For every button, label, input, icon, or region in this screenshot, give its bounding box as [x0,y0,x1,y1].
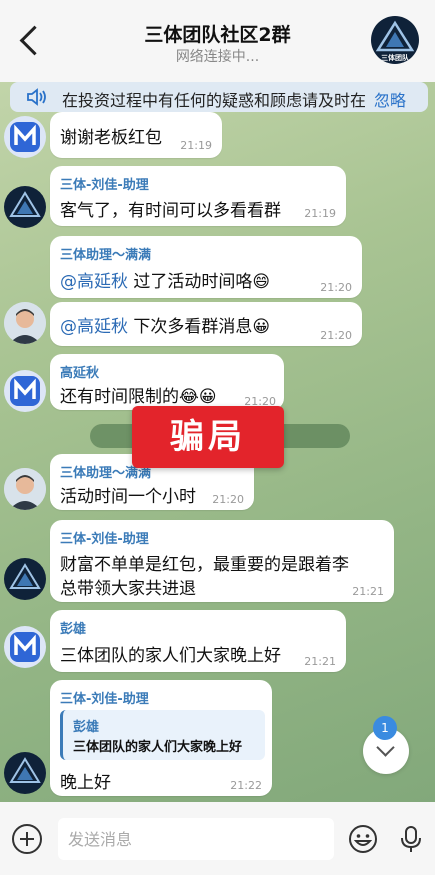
message-bubble[interactable]: 谢谢老板红包 21:19 [50,112,222,158]
person-photo-icon [4,468,46,510]
message-bubble[interactable]: 三体-刘佳-助理 客气了，有时间可以多看看群 21:19 [50,166,346,226]
message-time: 21:21 [352,585,384,598]
sender-name: 三体-刘佳-助理 [60,692,149,707]
triangle-logo-icon [9,563,41,589]
group-avatar[interactable]: 三体团队 [371,16,419,64]
mic-icon[interactable] [396,824,426,854]
message-time: 21:22 [230,779,262,792]
speaker-icon [27,88,46,106]
mention-link[interactable]: @高延秋 [60,272,128,292]
avatar[interactable] [4,626,46,668]
message-text-line1: 财富不单单是红包，最重要的是跟着李 [60,555,349,575]
message-text: 三体团队的家人们大家晚上好 [60,646,281,666]
message-text: 客气了，有时间可以多看看群 [60,201,281,221]
message-bubble[interactable]: 彭雄 三体团队的家人们大家晚上好 21:21 [50,610,346,672]
m-logo-icon [10,376,40,406]
scam-label: 骗局 [132,406,284,468]
announcement-text: 在投资过程中有任何的疑惑和顾虑请及时在 [62,91,367,110]
sender-name: 三体-刘佳-助理 [60,178,149,193]
sender-name: 彭雄 [60,622,87,637]
message-bubble[interactable]: 高延秋 还有时间限制的😂😀 21:20 [50,354,284,410]
message-bubble[interactable]: 三体-刘佳-助理 财富不单单是红包，最重要的是跟着李 总带领大家共进退 21:2… [50,520,394,602]
person-photo-icon [4,302,46,344]
message-input[interactable] [58,818,334,860]
avatar[interactable] [4,302,46,344]
message-time: 21:20 [320,281,352,294]
m-logo-icon [10,122,40,152]
message-text: 下次多看群消息😀 [128,317,271,337]
message-time: 21:20 [320,329,352,342]
announcement-bar[interactable]: 在投资过程中有任何的疑惑和顾虑请及时在 忽略 [10,82,428,112]
reply-quote[interactable]: 彭雄 三体团队的家人们大家晚上好 [60,710,265,760]
avatar[interactable] [4,370,46,412]
message-time: 21:19 [180,139,212,152]
connection-status: 网络连接中... [175,49,260,65]
chevron-down-icon [376,738,395,757]
message-time: 21:20 [212,493,244,506]
message-text: 过了活动时间咯😄 [128,272,271,292]
message-text-line2: 总带领大家共进退 [60,579,196,599]
message-bubble[interactable]: 三体-刘佳-助理 彭雄 三体团队的家人们大家晚上好 晚上好 21:22 [50,680,272,796]
triangle-logo-icon [9,191,41,217]
quote-sender: 彭雄 [73,720,100,735]
message-text: 晚上好 [60,773,111,793]
group-title: 三体团队社区2群 [144,24,291,46]
avatar[interactable] [4,186,46,228]
chat-header: 三体团队社区2群 网络连接中... 三体团队 [0,0,435,82]
message-text: 还有时间限制的😂😀 [60,387,217,407]
mention-link[interactable]: @高延秋 [60,317,128,337]
quote-text: 三体团队的家人们大家晚上好 [73,740,243,755]
input-bar [0,802,435,875]
group-avatar-text: 三体团队 [381,53,410,62]
avatar[interactable] [4,116,46,158]
avatar[interactable] [4,752,46,794]
message-time: 21:19 [304,207,336,220]
ignore-link[interactable]: 忽略 [374,87,406,111]
message-bubble[interactable]: @高延秋 下次多看群消息😀 21:20 [50,302,362,346]
avatar[interactable] [4,468,46,510]
sender-name: 三体-刘佳-助理 [60,532,149,547]
triangle-logo-icon [9,757,41,783]
sender-name: 高延秋 [60,366,100,381]
m-logo-icon [10,632,40,662]
avatar[interactable] [4,558,46,600]
plus-icon[interactable] [12,824,42,854]
message-bubble[interactable]: 三体助理～满满 @高延秋 过了活动时间咯😄 21:20 [50,236,362,298]
sender-name: 三体助理～满满 [60,248,152,263]
emoji-icon[interactable] [348,824,378,854]
message-time: 21:21 [304,655,336,668]
message-text: 谢谢老板红包 [60,128,162,148]
triangle-logo-icon: 三体团队 [375,20,415,62]
message-text: 活动时间一个小时 [60,487,196,507]
unread-badge: 1 [373,716,397,740]
